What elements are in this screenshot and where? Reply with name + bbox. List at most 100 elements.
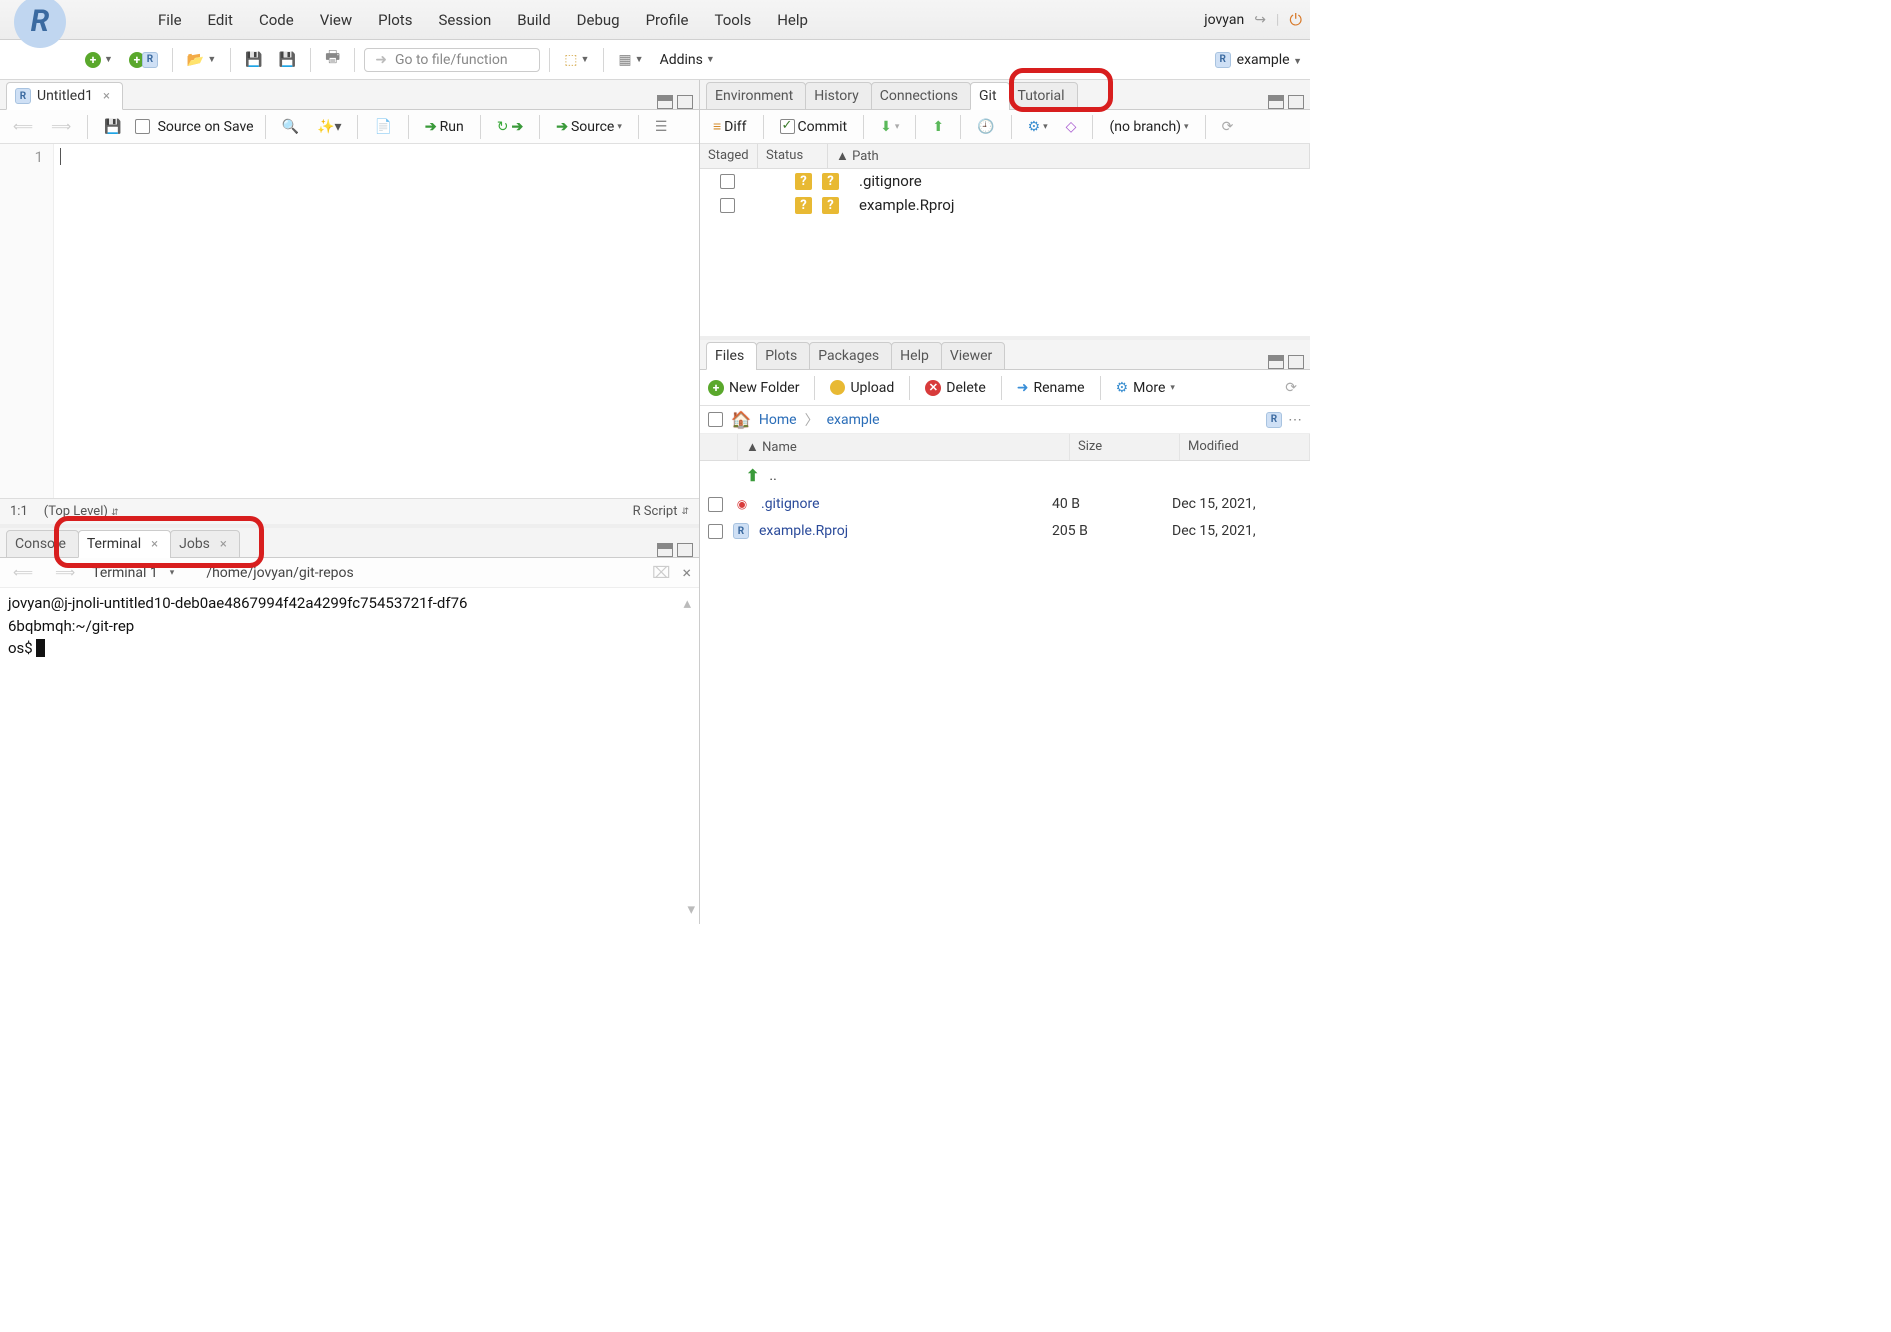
- save-source-button[interactable]: 💾: [99, 116, 126, 138]
- sign-out-icon[interactable]: ↪: [1254, 12, 1266, 28]
- source-on-save-checkbox[interactable]: [135, 119, 150, 134]
- menu-session[interactable]: Session: [438, 11, 491, 29]
- branch-selector[interactable]: (no branch) ▾: [1104, 116, 1193, 138]
- grid-button[interactable]: ⬚▼: [559, 49, 594, 71]
- source-tab-untitled1[interactable]: R Untitled1 ×: [6, 82, 123, 110]
- stage-checkbox[interactable]: [720, 198, 735, 213]
- language-selector[interactable]: R Script: [633, 504, 678, 519]
- tab-files[interactable]: Files: [706, 342, 757, 370]
- tab-packages[interactable]: Packages: [809, 342, 892, 370]
- save-button[interactable]: 💾: [240, 49, 267, 71]
- minimize-icon[interactable]: [1268, 355, 1284, 369]
- history-button[interactable]: 🕘: [972, 116, 999, 138]
- pull-button[interactable]: ⬇ ▾: [875, 116, 904, 138]
- new-file-button[interactable]: +▼: [80, 49, 118, 71]
- menu-tools[interactable]: Tools: [714, 11, 751, 29]
- menu-profile[interactable]: Profile: [646, 11, 689, 29]
- run-button[interactable]: ➔ Run: [420, 116, 469, 138]
- file-checkbox[interactable]: [708, 524, 723, 539]
- col-size[interactable]: Size: [1070, 434, 1180, 460]
- file-name[interactable]: .gitignore: [761, 496, 1042, 512]
- forward-button[interactable]: ⟹: [46, 116, 76, 138]
- editor[interactable]: 1: [0, 144, 699, 498]
- tab-viewer[interactable]: Viewer: [941, 342, 1005, 370]
- tab-environment[interactable]: Environment: [706, 82, 806, 110]
- col-status[interactable]: Status: [758, 144, 828, 168]
- tab-connections[interactable]: Connections: [871, 82, 971, 110]
- tab-help[interactable]: Help: [891, 342, 942, 370]
- menu-file[interactable]: File: [158, 11, 182, 29]
- close-tab-icon[interactable]: ×: [220, 537, 227, 552]
- tab-git[interactable]: Git: [970, 82, 1010, 110]
- back-button[interactable]: ⟸: [8, 116, 38, 138]
- tab-terminal[interactable]: Terminal×: [78, 530, 171, 558]
- outline-button[interactable]: ☰: [650, 116, 673, 138]
- commit-button[interactable]: Commit: [775, 116, 853, 138]
- menu-view[interactable]: View: [320, 11, 352, 29]
- menu-build[interactable]: Build: [517, 11, 550, 29]
- notebook-button[interactable]: 📄: [369, 116, 396, 138]
- col-path[interactable]: ▲ Path: [828, 144, 1310, 168]
- col-modified[interactable]: Modified: [1180, 434, 1310, 460]
- maximize-icon[interactable]: [677, 95, 693, 109]
- more-icon[interactable]: ⋯: [1288, 412, 1302, 428]
- close-terminal-icon[interactable]: ×: [682, 563, 691, 582]
- refresh-button[interactable]: ⟳: [1217, 116, 1239, 138]
- print-button[interactable]: 🖶: [320, 43, 345, 76]
- select-all-checkbox[interactable]: [708, 412, 723, 427]
- save-all-button[interactable]: 💾: [274, 49, 301, 71]
- git-more-button[interactable]: ⚙ ▾: [1023, 116, 1053, 138]
- push-button[interactable]: ⬆: [927, 116, 949, 138]
- new-folder-button[interactable]: +New Folder: [708, 380, 799, 396]
- delete-button[interactable]: ✕Delete: [925, 380, 985, 396]
- term-back[interactable]: ⟸: [8, 562, 38, 584]
- find-button[interactable]: 🔍: [277, 116, 304, 138]
- maximize-icon[interactable]: [1288, 355, 1304, 369]
- stage-checkbox[interactable]: [720, 174, 735, 189]
- maximize-icon[interactable]: [677, 543, 693, 557]
- project-icon[interactable]: R: [1266, 412, 1282, 428]
- minimize-icon[interactable]: [657, 95, 673, 109]
- tab-plots[interactable]: Plots: [756, 342, 810, 370]
- power-icon[interactable]: ⏻: [1289, 10, 1302, 30]
- crumb-example[interactable]: example: [827, 412, 880, 428]
- file-row[interactable]: R example.Rproj 205 B Dec 15, 2021,: [700, 518, 1310, 544]
- rename-button[interactable]: ➜Rename: [1017, 380, 1085, 396]
- file-row[interactable]: ◉ .gitignore 40 B Dec 15, 2021,: [700, 490, 1310, 518]
- new-branch-button[interactable]: ◇: [1061, 116, 1082, 138]
- menu-debug[interactable]: Debug: [577, 11, 620, 29]
- close-tab-icon[interactable]: ×: [103, 89, 110, 104]
- tab-jobs[interactable]: Jobs×: [170, 530, 240, 558]
- menu-code[interactable]: Code: [259, 11, 294, 29]
- term-forward[interactable]: ⟹: [50, 562, 80, 584]
- git-row[interactable]: ? ? .gitignore: [700, 169, 1310, 193]
- diff-button[interactable]: ≡ Diff: [708, 115, 752, 138]
- code-area[interactable]: [54, 144, 699, 498]
- scope-selector[interactable]: (Top Level): [44, 504, 108, 519]
- refresh-files-button[interactable]: ⟳: [1280, 377, 1302, 399]
- menu-edit[interactable]: Edit: [208, 11, 233, 29]
- git-row[interactable]: ? ? example.Rproj: [700, 193, 1310, 217]
- file-checkbox[interactable]: [708, 497, 723, 512]
- tab-tutorial[interactable]: Tutorial: [1009, 82, 1078, 110]
- more-button[interactable]: ⚙More ▾: [1116, 380, 1175, 396]
- open-file-button[interactable]: 📂▼: [182, 49, 221, 71]
- addins-button[interactable]: Addins ▼: [655, 49, 720, 71]
- col-name[interactable]: ▲ Name: [738, 434, 1070, 460]
- tab-console[interactable]: Console: [6, 530, 79, 558]
- goto-file-input[interactable]: ➜ Go to file/function: [364, 48, 540, 72]
- wand-button[interactable]: ✨▾: [312, 116, 346, 138]
- col-staged[interactable]: Staged: [700, 144, 758, 168]
- crumb-home[interactable]: Home: [759, 412, 797, 428]
- tab-history[interactable]: History: [805, 82, 872, 110]
- minimize-icon[interactable]: [1268, 95, 1284, 109]
- minimize-icon[interactable]: [657, 543, 673, 557]
- menu-plots[interactable]: Plots: [378, 11, 412, 29]
- panes-button[interactable]: ▦▼: [613, 49, 648, 71]
- source-button[interactable]: ➔ Source ▾: [551, 116, 627, 138]
- menu-help[interactable]: Help: [777, 11, 808, 29]
- maximize-icon[interactable]: [1288, 95, 1304, 109]
- rerun-button[interactable]: ↻➔: [492, 116, 528, 138]
- home-icon[interactable]: 🏠: [731, 410, 751, 429]
- upload-button[interactable]: Upload: [830, 380, 894, 396]
